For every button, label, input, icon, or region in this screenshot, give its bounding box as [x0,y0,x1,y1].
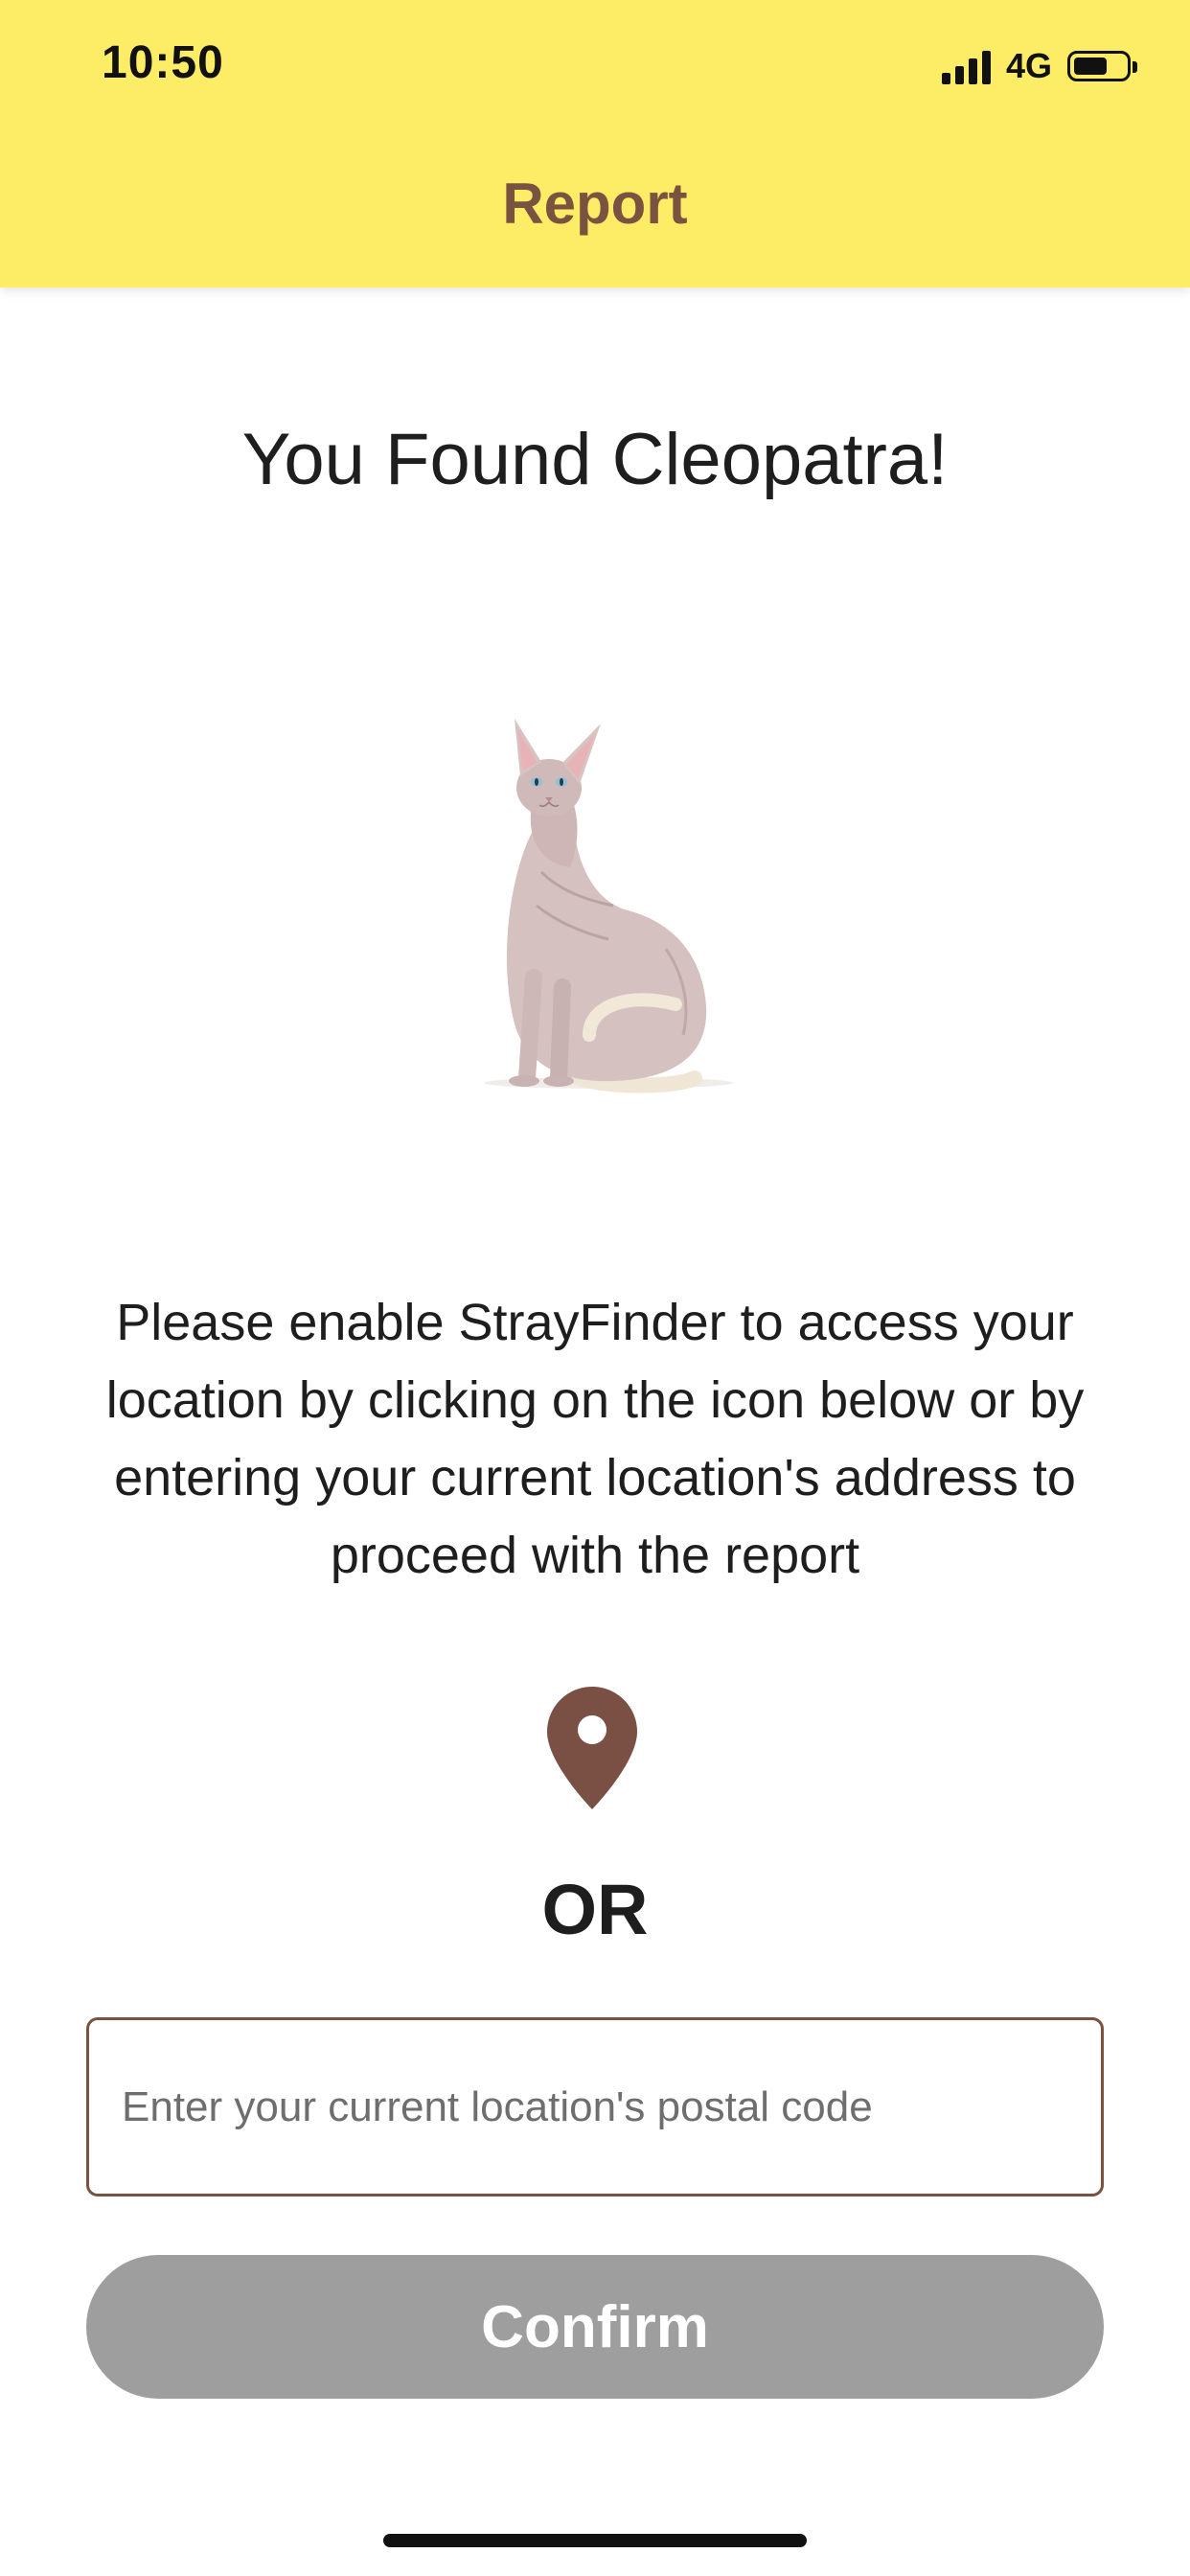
cat-photo [484,719,733,1093]
postal-code-input[interactable] [86,2017,1104,2196]
network-type: 4G [1005,46,1052,85]
status-time: 10:50 [102,37,224,88]
cellular-signal-icon [941,48,991,84]
home-indicator [383,2534,807,2547]
or-divider-label: OR [541,1870,649,1949]
page-heading: You Found Cleopatra! [241,419,949,500]
status-icons: 4G [941,42,1137,90]
map-pin-icon[interactable] [547,1687,637,1809]
top-app-bar: 10:50 4G Report [0,0,1190,288]
confirm-button[interactable]: Confirm [86,2255,1104,2399]
header-title: Report [502,172,688,236]
battery-icon [1067,51,1137,81]
location-instructions: Please enable StrayFinder to access your… [105,1294,1085,1584]
